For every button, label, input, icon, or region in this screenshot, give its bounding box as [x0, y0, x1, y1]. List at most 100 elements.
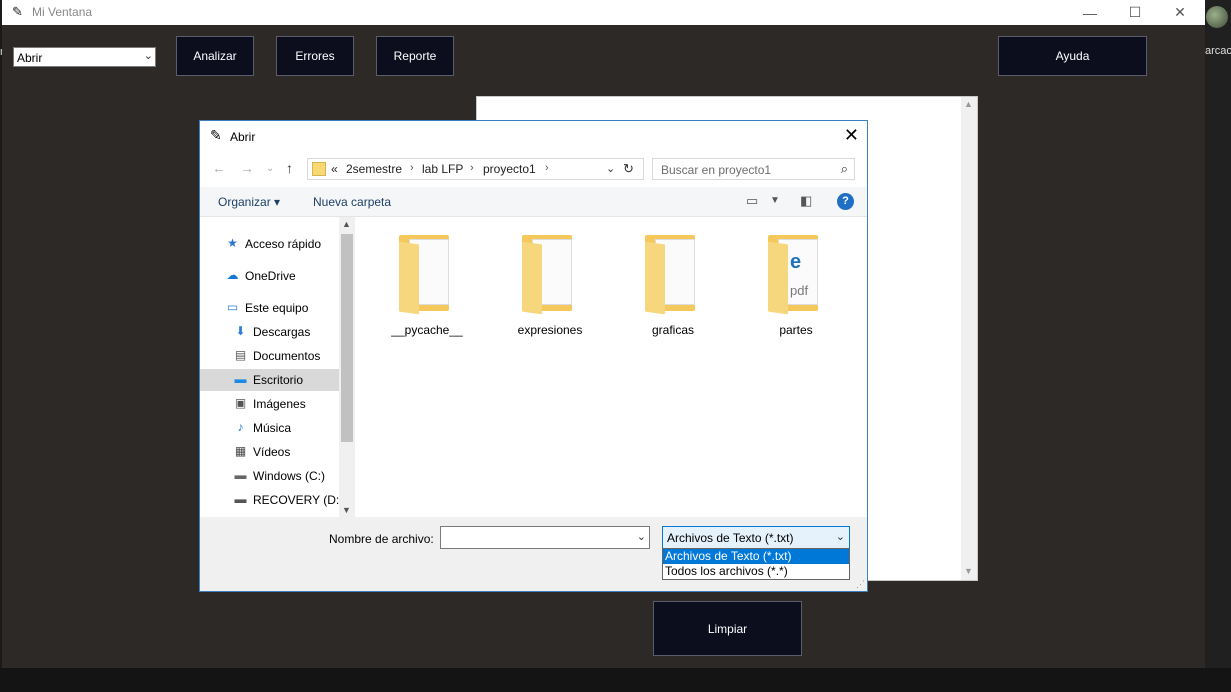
filename-input[interactable]: ⌄: [440, 526, 650, 549]
file-type-option[interactable]: Todos los archivos (*.*): [663, 564, 849, 579]
breadcrumb-separator-icon[interactable]: ›: [545, 162, 549, 174]
pdf-icon: pdf: [790, 283, 809, 298]
nav-item-label: RECOVERY (D:): [253, 493, 344, 507]
preview-pane-icon[interactable]: ◧: [800, 193, 812, 209]
main-titlebar: ✎ Mi Ventana — ☐ ✕: [2, 0, 1205, 25]
filename-label: Nombre de archivo:: [329, 532, 434, 546]
folder-icon: [312, 162, 326, 176]
file-type-option[interactable]: Archivos de Texto (*.txt): [663, 549, 849, 564]
analizar-button[interactable]: Analizar: [176, 36, 254, 76]
nav-item-este-equipo[interactable]: ▭ Este equipo: [200, 297, 339, 319]
scroll-up-icon[interactable]: ▲: [342, 219, 351, 229]
nav-item-recovery-d[interactable]: ▬ RECOVERY (D:): [200, 489, 344, 511]
desktop-icon: ▬: [234, 372, 247, 386]
limpiar-button[interactable]: Limpiar: [653, 601, 802, 656]
help-icon[interactable]: ?: [837, 193, 854, 210]
up-arrow-icon[interactable]: ↑: [286, 160, 293, 176]
organize-menu[interactable]: Organizar ▾: [218, 195, 280, 209]
ayuda-button[interactable]: Ayuda: [998, 36, 1147, 76]
computer-icon: ▭: [226, 300, 239, 314]
refresh-icon[interactable]: ↻: [623, 161, 634, 177]
drive-icon: ▬: [234, 492, 247, 506]
desktop-label: arcac: [1205, 45, 1231, 57]
folder-item[interactable]: expresiones: [500, 231, 600, 341]
folder-item[interactable]: __pycache__: [377, 231, 477, 341]
nav-item-label: Windows (C:): [253, 469, 326, 483]
navigation-scrollbar[interactable]: ▲ ▼: [339, 217, 355, 517]
chevron-down-icon: ⌄: [143, 50, 153, 62]
dialog-close-button[interactable]: ✕: [844, 125, 859, 146]
action-combobox[interactable]: Abrir ⌄: [13, 47, 156, 67]
maximize-button[interactable]: ☐: [1112, 0, 1158, 25]
breadcrumb-overflow[interactable]: «: [331, 162, 338, 176]
errores-button[interactable]: Errores: [276, 36, 354, 76]
folder-name: graficas: [651, 323, 695, 337]
close-button[interactable]: ✕: [1157, 0, 1203, 25]
nav-item-acceso-rapido[interactable]: ★ Acceso rápido: [200, 233, 339, 255]
chevron-down-icon[interactable]: ▼: [770, 195, 780, 206]
nav-item-label: Este equipo: [245, 301, 309, 315]
breadcrumb-proyecto1[interactable]: proyecto1: [483, 162, 536, 176]
file-list: __pycache__ expresiones graficas e pdf p…: [355, 217, 867, 517]
forward-arrow-icon[interactable]: →: [240, 160, 254, 176]
nav-item-label: Documentos: [253, 349, 321, 363]
chevron-down-icon[interactable]: ⌄: [606, 162, 615, 175]
dialog-titlebar: ✎ Abrir ✕: [200, 121, 867, 151]
dialog-toolbar: Organizar ▾ Nueva carpeta ▭ ▼ ◧ ?: [200, 187, 867, 217]
image-icon: ▣: [234, 396, 247, 410]
dialog-title: Abrir: [230, 130, 256, 144]
back-arrow-icon[interactable]: ←: [212, 160, 226, 176]
breadcrumb-2semestre[interactable]: 2semestre: [346, 162, 402, 176]
video-icon: ▦: [234, 444, 247, 458]
avatar[interactable]: [1206, 6, 1228, 28]
nav-item-label: Música: [253, 421, 292, 435]
chevron-down-icon[interactable]: ⌄: [836, 530, 845, 543]
desktop-edge: [1205, 0, 1231, 692]
nav-item-escritorio[interactable]: ▬ Escritorio: [200, 369, 339, 391]
breadcrumb-separator-icon[interactable]: ›: [410, 162, 414, 174]
nav-item-videos[interactable]: ▦ Vídeos: [200, 441, 339, 463]
reporte-button[interactable]: Reporte: [376, 36, 454, 76]
dialog-navigation-bar: ← → ⌄ ↑ « 2semestre › lab LFP › proyecto…: [200, 151, 867, 187]
breadcrumb-lab-lfp[interactable]: lab LFP: [422, 162, 463, 176]
scroll-down-icon[interactable]: ▼: [342, 505, 351, 515]
open-file-dialog: ✎ Abrir ✕ ← → ⌄ ↑ « 2semestre › lab LFP …: [199, 120, 868, 592]
search-icon[interactable]: ⌕: [841, 161, 848, 177]
editor-scrollbar[interactable]: ▲ ▼: [961, 97, 977, 580]
breadcrumb-separator-icon[interactable]: ›: [470, 162, 474, 174]
nav-item-imagenes[interactable]: ▣ Imágenes: [200, 393, 339, 415]
scrollbar-thumb[interactable]: [341, 234, 353, 442]
action-combobox-value: Abrir: [17, 51, 43, 65]
folder-front: [522, 241, 542, 315]
recent-locations-icon[interactable]: ⌄: [266, 163, 274, 174]
new-folder-button[interactable]: Nueva carpeta: [313, 195, 391, 209]
scroll-down-icon[interactable]: ▼: [964, 566, 973, 576]
cloud-icon: ☁: [226, 268, 239, 282]
search-input[interactable]: Buscar en proyecto1 ⌕: [652, 158, 855, 180]
address-bar[interactable]: « 2semestre › lab LFP › proyecto1 › ⌄ ↻: [307, 158, 644, 180]
folder-item[interactable]: graficas: [623, 231, 723, 341]
chevron-down-icon[interactable]: ⌄: [637, 530, 646, 543]
scroll-up-icon[interactable]: ▲: [964, 99, 973, 109]
feather-icon: ✎: [210, 127, 222, 143]
window-title: Mi Ventana: [32, 5, 93, 19]
nav-item-label: Vídeos: [253, 445, 291, 459]
resize-grip-icon[interactable]: ⋰: [856, 579, 865, 590]
nav-item-musica[interactable]: ♪ Música: [200, 417, 339, 439]
taskbar: [0, 668, 1231, 692]
folder-front: [768, 241, 788, 315]
folder-name: expresiones: [517, 323, 583, 337]
view-options-icon[interactable]: ▭: [746, 193, 758, 209]
nav-item-onedrive[interactable]: ☁ OneDrive: [200, 265, 339, 287]
nav-item-documentos[interactable]: ▤ Documentos: [200, 345, 339, 367]
star-icon: ★: [227, 236, 238, 250]
nav-item-descargas[interactable]: ⬇ Descargas: [200, 321, 339, 343]
nav-item-label: Escritorio: [253, 373, 304, 387]
nav-item-label: Descargas: [253, 325, 311, 339]
folder-item[interactable]: e pdf partes: [746, 231, 846, 341]
document-icon: ▤: [234, 348, 247, 362]
file-type-select[interactable]: Archivos de Texto (*.txt) ⌄: [662, 526, 850, 549]
folder-name: partes: [779, 323, 813, 337]
minimize-button[interactable]: —: [1067, 0, 1113, 25]
nav-item-windows-c[interactable]: ▬ Windows (C:): [200, 465, 339, 487]
